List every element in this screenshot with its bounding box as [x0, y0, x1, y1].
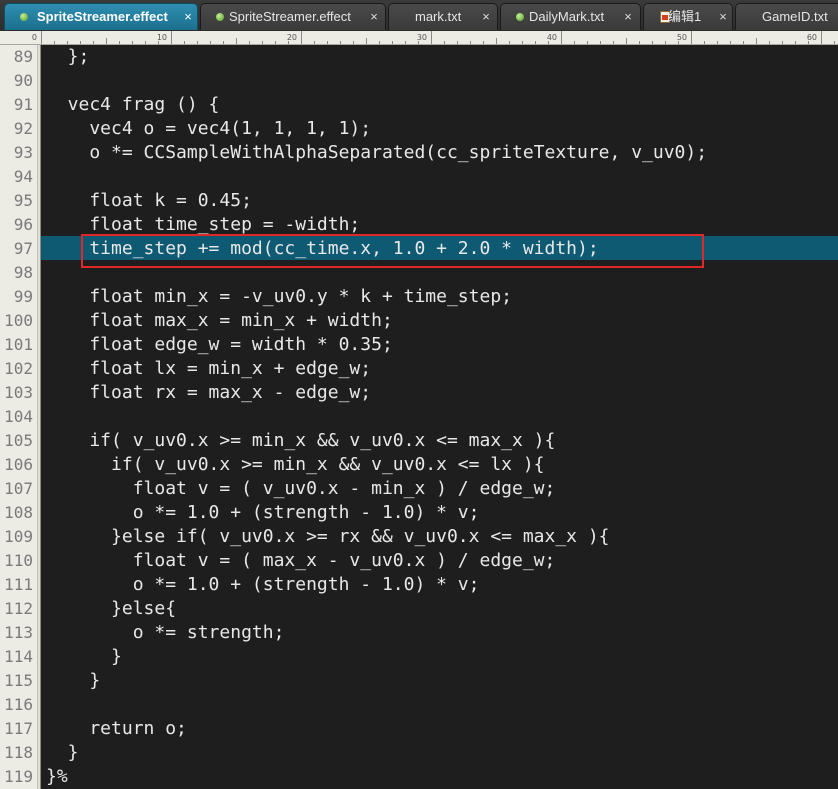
fold-margin	[37, 45, 41, 789]
code-line[interactable]: if( v_uv0.x >= min_x && v_uv0.x <= max_x…	[42, 429, 838, 453]
ruler-label: 0	[32, 33, 37, 42]
close-tab-icon[interactable]: ×	[621, 4, 635, 29]
column-ruler: 0 10 20 30 40 50 60	[0, 31, 838, 45]
ruler-label: 50	[677, 33, 687, 42]
code-line[interactable]	[42, 69, 838, 93]
ruler-label: 30	[417, 33, 427, 42]
code-line[interactable]: float time_step = -width;	[42, 213, 838, 237]
line-number: 118	[4, 743, 33, 762]
line-number: 96	[13, 215, 33, 234]
line-number: 97	[13, 239, 33, 258]
code-line[interactable]: }	[42, 645, 838, 669]
tab-0[interactable]: SpriteStreamer.effect ×	[4, 3, 198, 30]
code-line[interactable]: }	[42, 669, 838, 693]
code-line[interactable]: }%	[42, 765, 838, 789]
line-number: 89	[13, 47, 33, 66]
close-tab-icon[interactable]: ×	[181, 4, 195, 29]
code-line[interactable]: o *= strength;	[42, 621, 838, 645]
line-number: 102	[4, 359, 33, 378]
code-line[interactable]: }	[42, 741, 838, 765]
code-line[interactable]: float v = ( max_x - v_uv0.x ) / edge_w;	[42, 549, 838, 573]
line-number: 101	[4, 335, 33, 354]
line-number: 103	[4, 383, 33, 402]
line-number: 112	[4, 599, 33, 618]
code-area[interactable]: }; vec4 frag () { vec4 o = vec4(1, 1, 1,…	[42, 45, 838, 789]
line-number: 109	[4, 527, 33, 546]
close-tab-icon[interactable]: ×	[479, 4, 493, 29]
tab-3[interactable]: DailyMark.txt ×	[500, 3, 641, 30]
ruler-label: 20	[287, 33, 297, 42]
line-number: 119	[4, 767, 33, 786]
tab-label: mark.txt	[415, 9, 462, 24]
line-number: 117	[4, 719, 33, 738]
line-number: 104	[4, 407, 33, 426]
code-line[interactable]: }else if( v_uv0.x >= rx && v_uv0.x <= ma…	[42, 525, 838, 549]
code-line[interactable]: };	[42, 45, 838, 69]
line-number: 91	[13, 95, 33, 114]
line-number: 100	[4, 311, 33, 330]
code-line[interactable]: float min_x = -v_uv0.y * k + time_step;	[42, 285, 838, 309]
line-number: 111	[4, 575, 33, 594]
tab-label: DailyMark.txt	[529, 9, 605, 24]
code-line[interactable]: }else{	[42, 597, 838, 621]
close-tab-icon[interactable]: ×	[367, 4, 381, 29]
line-number: 113	[4, 623, 33, 642]
code-line[interactable]: return o;	[42, 717, 838, 741]
code-line[interactable]	[42, 165, 838, 189]
code-line[interactable]: vec4 o = vec4(1, 1, 1, 1);	[42, 117, 838, 141]
green-dot-icon	[516, 13, 524, 21]
line-number: 95	[13, 191, 33, 210]
tab-bar: SpriteStreamer.effect × SpriteStreamer.eff…	[0, 0, 838, 32]
code-line[interactable]: o *= 1.0 + (strength - 1.0) * v;	[42, 573, 838, 597]
line-number: 106	[4, 455, 33, 474]
line-number: 107	[4, 479, 33, 498]
line-number: 93	[13, 143, 33, 162]
code-line[interactable]	[42, 693, 838, 717]
ruler-label: 60	[807, 33, 817, 42]
code-line[interactable]: float v = ( v_uv0.x - min_x ) / edge_w;	[42, 477, 838, 501]
tab-label: GameID.txt	[762, 9, 828, 24]
code-line[interactable]: o *= CCSampleWithAlphaSeparated(cc_sprit…	[42, 141, 838, 165]
code-editor[interactable]: 89 90 91 92 93 94 95 96 97 98 99 100 101 102 103 104 105…	[0, 45, 838, 789]
green-dot-icon	[20, 13, 28, 21]
tab-label: SpriteStreamer.effect	[229, 9, 351, 24]
line-number: 98	[13, 263, 33, 282]
code-line[interactable]: float lx = min_x + edge_w;	[42, 357, 838, 381]
green-dot-icon	[216, 13, 224, 21]
line-number: 114	[4, 647, 33, 666]
line-numbers: 89 90 91 92 93 94 95 96 97 98 99 100 101 102 103 104 105…	[0, 45, 36, 789]
tab-5[interactable]: GameID.txt	[735, 3, 838, 30]
tab-label: 编辑1	[668, 9, 702, 24]
code-line[interactable]	[42, 405, 838, 429]
line-number: 94	[13, 167, 33, 186]
tab-4[interactable]: 编辑1 ×	[643, 3, 733, 30]
tab-1[interactable]: SpriteStreamer.effect ×	[200, 3, 386, 30]
line-number: 108	[4, 503, 33, 522]
code-line[interactable]: float rx = max_x - edge_w;	[42, 381, 838, 405]
code-line[interactable]: float edge_w = width * 0.35;	[42, 333, 838, 357]
code-line[interactable]	[42, 261, 838, 285]
line-number: 115	[4, 671, 33, 690]
line-number: 105	[4, 431, 33, 450]
code-line[interactable]: float k = 0.45;	[42, 189, 838, 213]
code-line[interactable]: o *= 1.0 + (strength - 1.0) * v;	[42, 501, 838, 525]
close-tab-icon[interactable]: ×	[716, 4, 730, 29]
code-line[interactable]: time_step += mod(cc_time.x, 1.0 + 2.0 * …	[42, 237, 838, 261]
code-line[interactable]: float max_x = min_x + width;	[42, 309, 838, 333]
line-number: 110	[4, 551, 33, 570]
tab-2[interactable]: mark.txt ×	[388, 3, 498, 30]
ruler-label: 10	[157, 33, 167, 42]
code-line[interactable]: vec4 frag () {	[42, 93, 838, 117]
line-number: 116	[4, 695, 33, 714]
line-number: 99	[13, 287, 33, 306]
code-line[interactable]: if( v_uv0.x >= min_x && v_uv0.x <= lx ){	[42, 453, 838, 477]
line-number: 90	[13, 71, 33, 90]
line-number: 92	[13, 119, 33, 138]
text-editor-window: SpriteStreamer.effect × SpriteStreamer.eff…	[0, 0, 838, 789]
ruler-scale: 0 10 20 30 40 50 60	[32, 31, 835, 44]
ruler-label: 40	[547, 33, 557, 42]
tab-label: SpriteStreamer.effect	[37, 9, 168, 24]
